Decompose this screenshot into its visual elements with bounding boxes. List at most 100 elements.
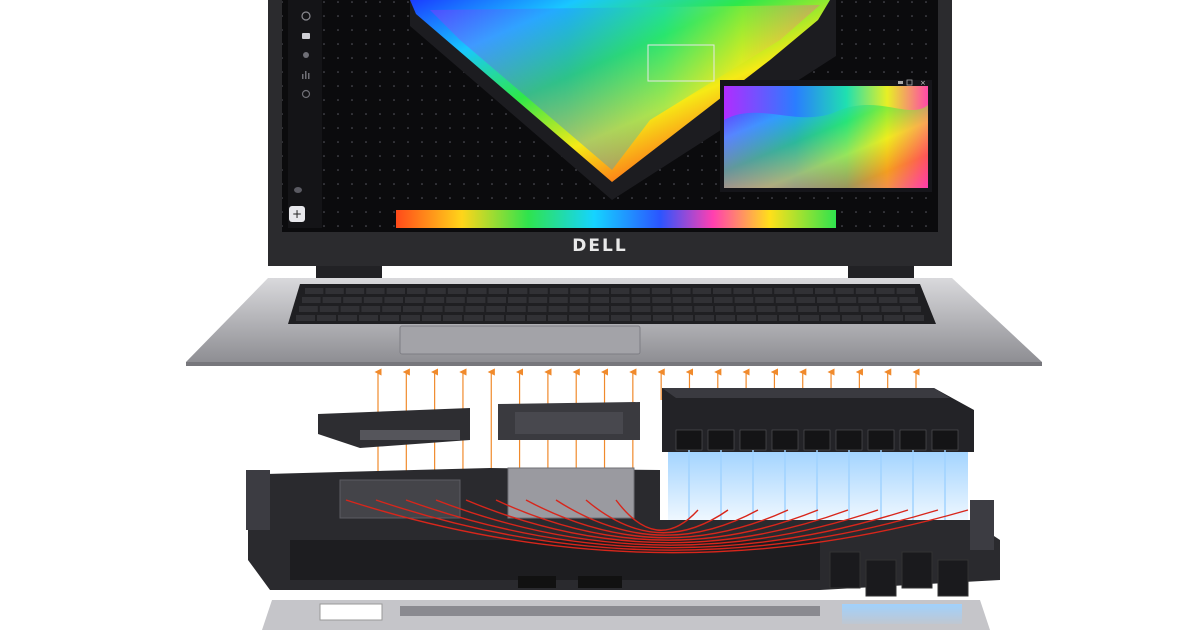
deck-edge: [186, 362, 1042, 366]
fin-block: [835, 429, 863, 451]
add-icon: +: [292, 207, 302, 221]
key: [425, 297, 445, 303]
key: [794, 288, 813, 294]
key: [652, 306, 672, 312]
key: [837, 297, 857, 303]
key: [487, 297, 506, 303]
key: [756, 306, 776, 312]
left-heat-sink: [318, 408, 470, 448]
keyboard-deck: [186, 278, 1042, 366]
cloud-icon[interactable]: [294, 187, 302, 193]
key: [302, 297, 321, 303]
fin-block: [675, 429, 703, 451]
close-icon[interactable]: ×: [920, 79, 926, 87]
key: [549, 288, 569, 294]
key: [905, 315, 924, 321]
dell-logo: DELL: [572, 236, 628, 256]
key: [821, 315, 840, 321]
key: [858, 297, 877, 303]
globe-icon[interactable]: [303, 52, 309, 58]
key: [570, 288, 589, 294]
key: [758, 315, 777, 321]
key: [876, 288, 895, 294]
center-cold-plate: [515, 412, 623, 434]
key: [464, 315, 483, 321]
key: [672, 288, 691, 294]
key: [796, 297, 815, 303]
key: [611, 315, 630, 321]
key: [465, 306, 485, 312]
ram-module: [829, 551, 861, 589]
connector-right: [578, 576, 622, 588]
key: [863, 315, 882, 321]
key: [401, 315, 420, 321]
key: [590, 288, 609, 294]
key: [817, 297, 836, 303]
key: [632, 315, 651, 321]
key: [753, 288, 773, 294]
key: [815, 288, 834, 294]
key: [386, 288, 405, 294]
app-sidebar: +: [288, 0, 322, 228]
key: [590, 306, 609, 312]
key: [529, 288, 548, 294]
key: [673, 306, 693, 312]
key: [774, 288, 793, 294]
key: [296, 315, 315, 321]
key: [800, 315, 819, 321]
right-hinge: [848, 266, 914, 280]
key: [382, 306, 401, 312]
key: [835, 288, 854, 294]
key: [777, 306, 797, 312]
key: [652, 297, 671, 303]
key: [611, 306, 630, 312]
key: [590, 315, 609, 321]
exploded-laptop-illustration: + ×: [186, 0, 1042, 630]
key: [322, 297, 342, 303]
key: [819, 306, 838, 312]
key: [692, 288, 711, 294]
key: [855, 288, 875, 294]
key: [508, 297, 527, 303]
key: [325, 288, 344, 294]
laptop-display: + ×: [268, 0, 952, 266]
key: [305, 288, 324, 294]
key: [527, 315, 546, 321]
key: [672, 297, 692, 303]
io-ports-right: [970, 500, 994, 550]
ram-module: [865, 559, 897, 597]
briefcase-icon[interactable]: [302, 33, 310, 39]
key: [715, 306, 734, 312]
fin-block: [771, 429, 799, 451]
key: [359, 315, 378, 321]
key: [839, 306, 859, 312]
touchpad[interactable]: [399, 325, 641, 355]
key: [651, 288, 671, 294]
key: [569, 306, 589, 312]
fin-block: [931, 429, 959, 451]
key: [423, 306, 443, 312]
key: [590, 297, 609, 303]
gpu-shield: [507, 467, 635, 519]
base-cool-glow: [842, 604, 962, 624]
key: [486, 306, 505, 312]
key: [366, 288, 385, 294]
key: [361, 306, 381, 312]
fin-block: [707, 429, 735, 451]
key: [653, 315, 672, 321]
key: [549, 297, 568, 303]
key: [485, 315, 504, 321]
minimize-icon[interactable]: [898, 81, 903, 84]
ram-module: [937, 559, 969, 597]
key: [340, 306, 360, 312]
key: [713, 288, 732, 294]
key: [403, 306, 422, 312]
key: [407, 288, 426, 294]
key: [319, 306, 339, 312]
key: [779, 315, 798, 321]
key: [631, 288, 650, 294]
base-vent-left: [319, 603, 383, 621]
key: [735, 306, 755, 312]
fin-block: [739, 429, 767, 451]
key: [509, 288, 528, 294]
